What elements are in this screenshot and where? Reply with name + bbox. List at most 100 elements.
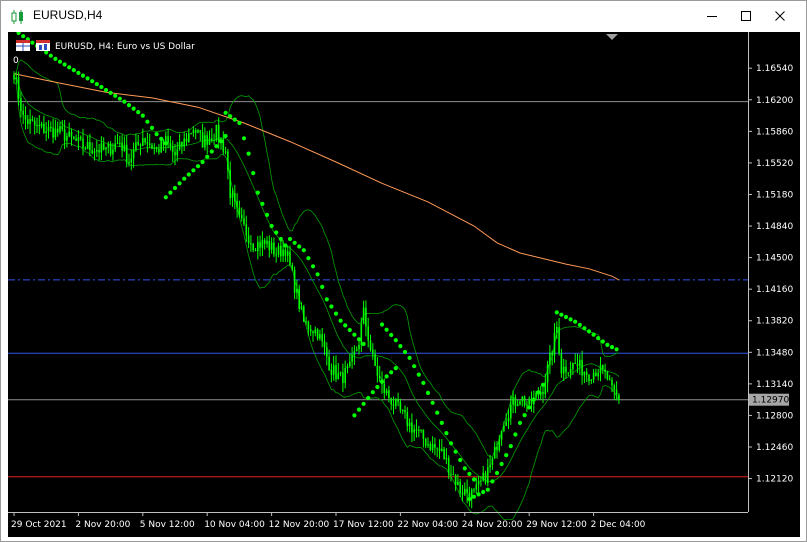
minimize-button[interactable] (695, 1, 729, 31)
candle-body (128, 162, 130, 164)
parabolic-sar-dot (333, 311, 339, 316)
candle-body (319, 334, 321, 339)
candle-body (312, 331, 314, 334)
candle-body (243, 218, 245, 225)
candle-body (151, 145, 153, 149)
candle-body (270, 242, 273, 250)
candle-body (588, 374, 590, 382)
parabolic-sar-dot (218, 139, 224, 144)
bollinger-bands-layer (13, 59, 620, 521)
parabolic-sar-dot (292, 240, 297, 245)
candle-body (263, 240, 266, 244)
parabolic-sar-dot (159, 136, 164, 141)
candle-body (277, 245, 280, 255)
parabolic-sar-dot (182, 176, 187, 181)
candle-body (599, 365, 602, 373)
candle-body (52, 127, 54, 138)
candle-body (585, 371, 588, 375)
candle-body (413, 429, 415, 433)
chart-area[interactable]: 1.16540 1.16200 1.15860 1.15520 1.15180 1.148… (8, 30, 800, 537)
candle-body (27, 119, 29, 124)
price-chart[interactable]: 1.16540 1.16200 1.15860 1.15520 1.15180 1.148… (8, 30, 800, 537)
candle-body (346, 366, 349, 368)
parabolic-sar-dot (384, 327, 389, 332)
parabolic-sar-dot (76, 70, 81, 75)
candle-body (100, 143, 103, 153)
current-price-label: 1.12970 (752, 396, 789, 406)
candle-body (293, 269, 296, 293)
close-button[interactable] (763, 1, 797, 31)
candle-body (238, 207, 241, 215)
candle-body (280, 245, 282, 257)
candle-body (121, 142, 123, 151)
candle-body (459, 481, 461, 493)
table-view-icon[interactable] (16, 40, 30, 51)
moving-average-line (13, 73, 620, 281)
candle-body (240, 214, 243, 219)
candle-body (229, 170, 231, 198)
candle-body (284, 249, 287, 256)
parabolic-sar-dot (430, 400, 435, 405)
candle-body (201, 132, 204, 148)
candle-body (96, 150, 98, 152)
parabolic-sar-dot (246, 151, 251, 156)
maximize-button[interactable] (729, 1, 763, 31)
candle-body (590, 379, 593, 381)
parabolic-sar-layer (16, 30, 619, 502)
parabolic-sar-dot (329, 304, 334, 309)
candle-body (553, 332, 556, 356)
candle-body (604, 369, 606, 372)
price-tick-label: 1.16200 (756, 96, 793, 106)
candle-body (581, 360, 583, 376)
candle-body (192, 130, 195, 134)
parabolic-sar-dot (48, 53, 53, 58)
chart-shift-marker-icon[interactable] (606, 34, 618, 40)
candle-body (401, 409, 404, 411)
candle-body (576, 363, 579, 367)
candle-body (160, 140, 162, 153)
parabolic-sar-dot (485, 487, 490, 492)
candle-body (171, 146, 174, 152)
parabolic-sar-dot (338, 318, 343, 323)
candle-body (464, 488, 466, 495)
candle-body (404, 409, 406, 413)
candle-body (344, 368, 346, 383)
parabolic-sar-dot (508, 444, 513, 449)
candle-body (526, 404, 528, 406)
parabolic-sar-dot (85, 76, 90, 81)
candle-body (408, 422, 411, 427)
candle-body (45, 131, 47, 133)
candle-body (424, 438, 427, 446)
parabolic-sar-dot (471, 477, 477, 482)
chart-trading-icon[interactable] (36, 40, 50, 51)
terminal-window: EURUSD,H4 1.16540 1.16200 1.15860 1.15520 (0, 0, 807, 542)
parabolic-sar-dot (393, 338, 398, 343)
candle-body (549, 352, 551, 365)
candle-body (20, 98, 22, 112)
candle-body (236, 200, 238, 208)
parabolic-sar-dot (412, 364, 417, 369)
candle-body (503, 425, 505, 431)
parabolic-sar-dot (278, 236, 283, 242)
maximize-icon (741, 11, 751, 21)
candle-body (137, 142, 139, 145)
candle-body (358, 344, 360, 350)
candle-body (606, 372, 609, 380)
candle-body (257, 241, 259, 251)
candle-body (84, 148, 87, 150)
candle-body (427, 444, 429, 446)
price-tick-label: 1.12120 (756, 475, 793, 485)
candle-body (422, 429, 425, 439)
candle-body (521, 396, 524, 402)
candle-body (309, 329, 312, 332)
parabolic-sar-dot (481, 489, 486, 495)
time-tick-label: 29 Nov 12:00 (526, 520, 587, 530)
parabolic-sar-dot (591, 332, 596, 337)
candle-body (349, 361, 351, 366)
candle-body (204, 135, 206, 148)
parabolic-sar-dot (513, 432, 518, 437)
candle-body (300, 306, 303, 309)
candle-body (374, 354, 376, 366)
title-bar[interactable]: EURUSD,H4 (1, 1, 806, 31)
candle-body (259, 241, 261, 248)
